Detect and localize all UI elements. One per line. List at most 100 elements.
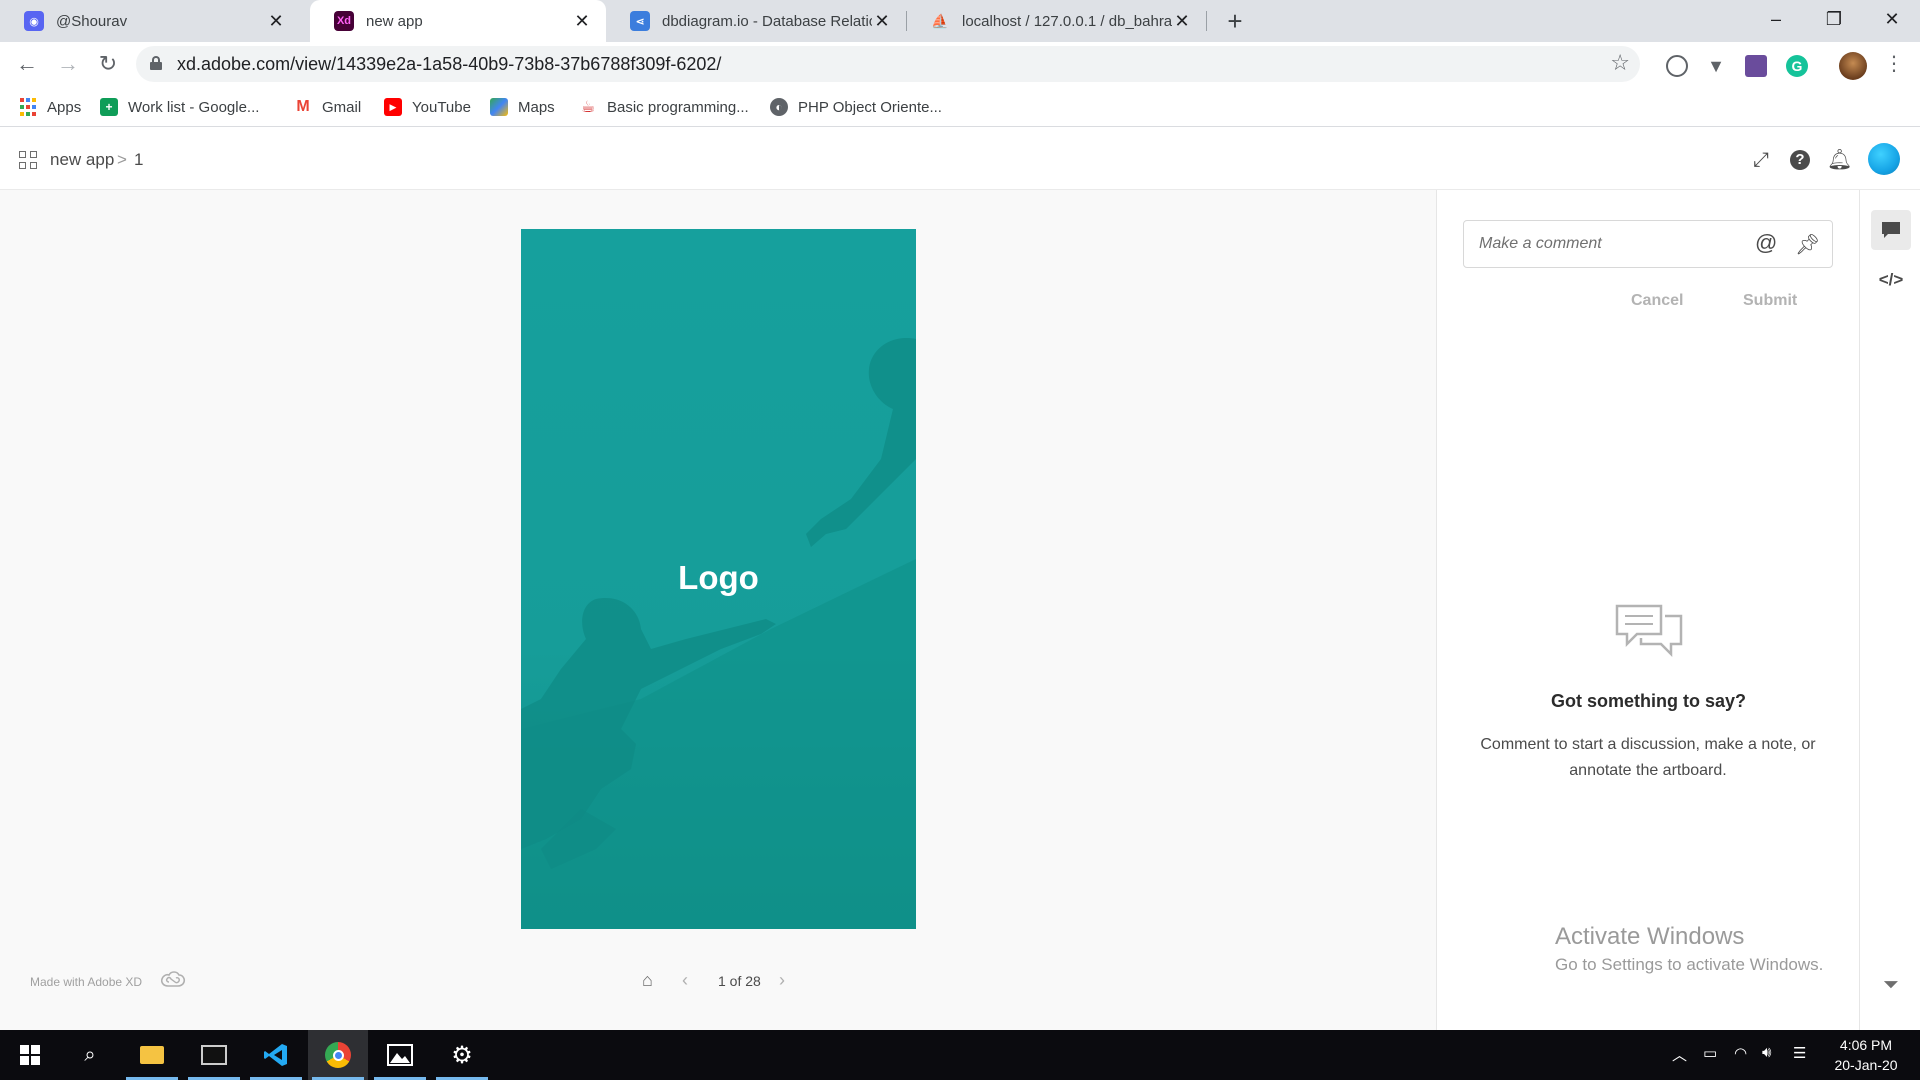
chevron-up-icon[interactable]: ︿ [1672,1044,1687,1065]
mention-icon[interactable]: @ [1755,230,1777,256]
fullscreen-icon[interactable]: ⤢ [1749,148,1773,172]
grammarly-icon[interactable]: G [1786,55,1808,77]
comments-panel: Make a comment @ 📌︎ Cancel Submit Got so… [1436,190,1859,1030]
globe-icon: ◐ [770,98,788,116]
windows-taskbar: ⌕ ⚙ ︿ ▭ ◠ 🔊︎ ☰ 4:06 PM 20-Jan-20 [0,1030,1920,1080]
extension-clock-icon[interactable] [1666,55,1688,77]
bookmark-basic-programming[interactable]: ☕ Basic programming... [579,95,749,119]
chrome-icon[interactable] [308,1030,368,1080]
grid-view-icon[interactable] [19,151,37,169]
tab-shourav[interactable]: ◉ @Shourav ✕ [0,0,300,42]
browser-tab-strip: ◉ @Shourav ✕ Xd new app ✕ ⋖ dbdiagram.io… [0,0,1920,42]
prototype-canvas: Logo Made with Adobe XD ⌂ ‹ 1 of 28 › [0,190,1436,1030]
bookmark-php-oop[interactable]: ◐ PHP Object Oriente... [770,95,942,119]
restore-button[interactable]: ❐ [1806,0,1862,38]
previous-screen-icon[interactable]: ‹ [682,970,688,991]
file-explorer-icon[interactable] [122,1030,182,1080]
breadcrumb-project[interactable]: new app [50,150,114,170]
bookmark-apps[interactable]: Apps [19,95,81,119]
address-bar[interactable]: xd.adobe.com/view/14339e2a-1a58-40b9-73b… [136,46,1640,82]
artboard-splash[interactable]: Logo [521,229,916,929]
vscode-icon[interactable] [246,1030,306,1080]
filter-icon[interactable]: ⏷ [1871,965,1911,1005]
xd-header: new app > 1 ⤢ ? 🔔︎ [0,128,1920,190]
back-arrow-icon[interactable]: ← [11,48,43,80]
tab-title: @Shourav [56,12,128,30]
notifications-icon[interactable]: ☰ [1793,1044,1806,1062]
activate-windows-watermark: Activate Windows Go to Settings to activ… [1555,923,1823,975]
bookmarks-bar: Apps + Work list - Google... M Gmail ▶ Y… [0,87,1920,127]
creative-cloud-icon [160,971,186,987]
close-tab-icon[interactable]: ✕ [266,11,286,32]
tab-new-app[interactable]: Xd new app ✕ [310,0,606,42]
comment-input[interactable]: Make a comment @ 📌︎ [1463,220,1833,268]
clock-date: 20-Jan-20 [1834,1057,1898,1073]
home-icon[interactable]: ⌂ [642,970,653,991]
google-sheets-icon: + [100,98,118,116]
help-icon[interactable]: ? [1790,150,1810,170]
comment-icon[interactable] [1871,210,1911,250]
next-screen-icon[interactable]: › [779,970,785,991]
bookmark-label: Work list - Google... [128,98,260,116]
windows-start-icon[interactable] [0,1030,60,1080]
bookmark-label: Basic programming... [607,98,749,116]
tab-dbdiagram[interactable]: ⋖ dbdiagram.io - Database Relation ✕ [606,0,906,42]
window-close-button[interactable]: ✕ [1864,0,1920,38]
wifi-icon[interactable]: ◠ [1734,1044,1747,1062]
tab-separator [1206,11,1207,31]
bookmark-work-list[interactable]: + Work list - Google... [100,95,259,119]
bookmark-gmail[interactable]: M Gmail [294,95,361,119]
made-with-adobe-xd[interactable]: Made with Adobe XD [30,975,142,989]
empty-state-title: Got something to say? [1550,691,1746,711]
extension-vue-icon[interactable]: ▼ [1705,55,1727,77]
close-tab-icon[interactable]: ✕ [572,11,592,32]
breadcrumb-page: 1 [134,150,144,169]
volume-icon[interactable]: 🔊︎ [1762,1044,1771,1061]
system-clock[interactable]: 4:06 PM 20-Jan-20 [1826,1035,1906,1075]
maps-icon [490,98,508,116]
phpmyadmin-icon: ⛵ [931,12,949,29]
lock-icon [150,56,162,70]
photos-icon[interactable] [370,1030,430,1080]
forward-arrow-icon[interactable]: → [52,48,84,80]
chat-bubbles-icon [1615,604,1683,658]
bookmark-label: PHP Object Oriente... [798,98,942,116]
settings-gear-icon[interactable]: ⚙ [432,1030,492,1080]
battery-icon[interactable]: ▭ [1703,1044,1717,1062]
terminal-icon[interactable] [184,1030,244,1080]
reload-icon[interactable]: ↻ [92,48,124,80]
user-avatar[interactable] [1868,143,1900,175]
splash-logo-text: Logo [678,559,759,596]
empty-state-description: Comment to start a discussion, make a no… [1480,736,1816,779]
bookmark-label: Gmail [322,98,362,116]
youtube-icon: ▶ [384,98,402,116]
more-menu-icon[interactable]: ⋮ [1878,48,1910,80]
extension-image-icon[interactable] [1745,55,1767,77]
pager-counter: 1 of 28 [718,973,761,989]
clock-time: 4:06 PM [1839,1037,1893,1053]
tab-phpmyadmin[interactable]: ⛵ localhost / 127.0.0.1 / db_bahrain ✕ [906,0,1206,42]
cancel-button[interactable]: Cancel [1631,292,1683,310]
tab-title: localhost / 127.0.0.1 / db_bahrain [962,12,1172,30]
gmail-icon: M [296,98,310,115]
close-tab-icon[interactable]: ✕ [872,11,892,32]
submit-button[interactable]: Submit [1743,292,1797,310]
bookmark-maps[interactable]: Maps [490,95,555,119]
search-icon[interactable]: ⌕ [60,1030,120,1080]
minimize-button[interactable]: – [1748,0,1804,38]
new-tab-button[interactable]: + [1220,6,1250,36]
code-icon[interactable]: </> [1871,260,1911,300]
adobe-xd-icon: Xd [334,11,354,31]
close-tab-icon[interactable]: ✕ [1172,11,1192,32]
bell-icon[interactable]: 🔔︎ [1827,148,1852,172]
bookmark-star-icon[interactable]: ☆ [1610,50,1630,76]
java-icon: ☕ [580,99,596,116]
pin-icon[interactable]: 📌︎ [1795,232,1820,257]
url-text[interactable]: xd.adobe.com/view/14339e2a-1a58-40b9-73b… [177,54,721,75]
bookmark-label: Apps [47,98,82,116]
dbdiagram-icon: ⋖ [630,11,650,31]
profile-avatar[interactable] [1839,52,1867,80]
bookmark-youtube[interactable]: ▶ YouTube [384,95,471,119]
discord-icon: ◉ [24,11,44,31]
bookmark-label: YouTube [412,98,471,116]
